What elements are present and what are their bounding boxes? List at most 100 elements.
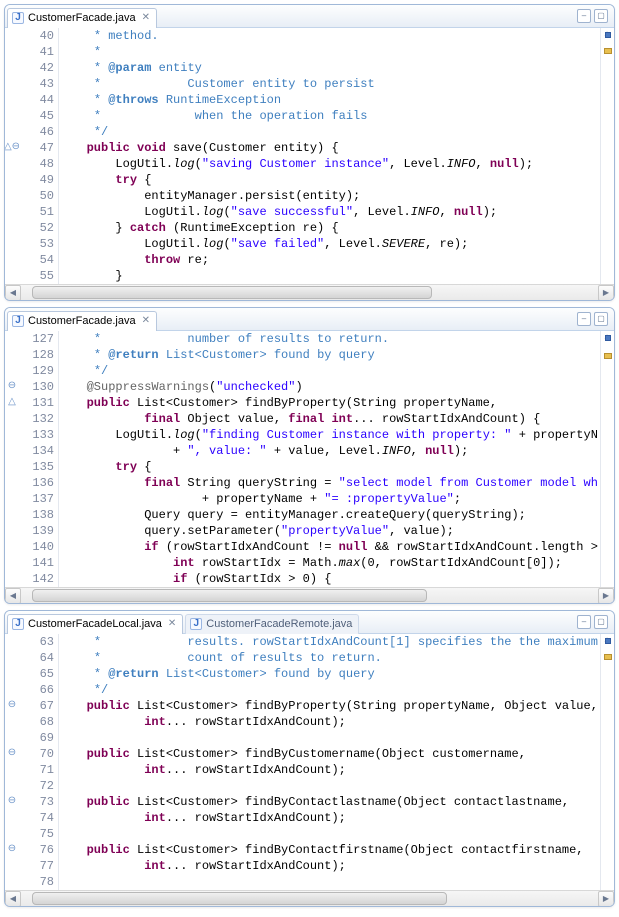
code-line[interactable]: int... rowStartIdxAndCount); <box>65 762 600 778</box>
code-lines[interactable]: * results. rowStartIdxAndCount[1] specif… <box>59 634 600 890</box>
scroll-thumb[interactable] <box>32 892 447 905</box>
overview-marker[interactable] <box>604 48 612 54</box>
code-line[interactable]: public List<Customer> findByContactfirst… <box>65 842 600 858</box>
code-line[interactable]: final Object value, final int... rowStar… <box>65 411 600 427</box>
code-line[interactable] <box>65 730 600 746</box>
tab-customerfacade[interactable]: J CustomerFacade.java ✕ <box>7 8 157 28</box>
code-line[interactable]: int rowStartIdx = Math.max(0, rowStartId… <box>65 555 600 571</box>
code-line[interactable]: * @throws RuntimeException <box>65 92 600 108</box>
close-icon[interactable]: ✕ <box>142 13 150 23</box>
code-line[interactable]: + ", value: " + value, Level.INFO, null)… <box>65 443 600 459</box>
tab-customerfacade[interactable]: J CustomerFacade.java ✕ <box>7 311 157 331</box>
overview-marker[interactable] <box>604 654 612 660</box>
maximize-icon[interactable]: ▢ <box>594 9 608 23</box>
code-line[interactable]: } catch (RuntimeException re) { <box>65 220 600 236</box>
code-lines[interactable]: * number of results to return. * @return… <box>59 331 600 587</box>
code-line[interactable] <box>65 826 600 842</box>
fold-marker[interactable]: ⊖ <box>5 379 19 395</box>
overview-marker[interactable] <box>605 32 611 38</box>
code-line[interactable]: int... rowStartIdxAndCount); <box>65 714 600 730</box>
line-number: 63 <box>19 634 54 650</box>
scroll-thumb[interactable] <box>32 589 427 602</box>
minimize-icon[interactable]: – <box>577 9 591 23</box>
code-line[interactable]: try { <box>65 459 600 475</box>
code-line[interactable]: try { <box>65 172 600 188</box>
scroll-left-icon[interactable]: ◀ <box>5 588 21 604</box>
scroll-right-icon[interactable]: ▶ <box>598 285 614 301</box>
tab-customerfacaderemote[interactable]: J CustomerFacadeRemote.java <box>185 614 359 634</box>
fold-marker[interactable]: ⊖ <box>5 746 19 762</box>
code-line[interactable]: * results. rowStartIdxAndCount[1] specif… <box>65 634 600 650</box>
code-line[interactable]: * count of results to return. <box>65 650 600 666</box>
code-line[interactable]: query.setParameter("propertyValue", valu… <box>65 523 600 539</box>
scroll-thumb[interactable] <box>32 286 432 299</box>
fold-marker[interactable]: △⊖ <box>5 140 19 156</box>
code-line[interactable]: * @return List<Customer> found by query <box>65 666 600 682</box>
code-line[interactable]: throw re; <box>65 252 600 268</box>
code-line[interactable]: * @return List<Customer> found by query <box>65 347 600 363</box>
scroll-left-icon[interactable]: ◀ <box>5 891 21 907</box>
code-line[interactable]: public List<Customer> findByProperty(Str… <box>65 698 600 714</box>
code-lines[interactable]: * method. * * @param entity * Customer e… <box>59 28 600 284</box>
code-line[interactable]: */ <box>65 682 600 698</box>
tab-customerfacadelocal[interactable]: J CustomerFacadeLocal.java ✕ <box>7 614 183 634</box>
minimize-icon[interactable]: – <box>577 312 591 326</box>
minimize-icon[interactable]: – <box>577 615 591 629</box>
fold-marker <box>5 427 19 443</box>
scroll-track[interactable] <box>22 588 597 604</box>
code-line[interactable]: public void save(Customer entity) { <box>65 140 600 156</box>
code-area[interactable]: △⊖ 40414243444546474849505152535455 * me… <box>5 28 614 284</box>
maximize-icon[interactable]: ▢ <box>594 615 608 629</box>
line-number: 48 <box>19 156 54 172</box>
code-line[interactable]: Query query = entityManager.createQuery(… <box>65 507 600 523</box>
code-area[interactable]: ⊖△ 1271281291301311321331341351361371381… <box>5 331 614 587</box>
horizontal-scrollbar[interactable]: ◀ ▶ <box>5 890 614 906</box>
code-line[interactable]: int... rowStartIdxAndCount); <box>65 810 600 826</box>
code-line[interactable]: LogUtil.log("save successful", Level.INF… <box>65 204 600 220</box>
code-area[interactable]: ⊖⊖⊖⊖ 63646566676869707172737475767778 * … <box>5 634 614 890</box>
fold-marker <box>5 762 19 778</box>
fold-marker[interactable]: △ <box>5 395 19 411</box>
code-line[interactable]: } <box>65 268 600 284</box>
scroll-right-icon[interactable]: ▶ <box>598 891 614 907</box>
code-line[interactable]: + propertyName + "= :propertyValue"; <box>65 491 600 507</box>
maximize-icon[interactable]: ▢ <box>594 312 608 326</box>
code-line[interactable]: if (rowStartIdx > 0) { <box>65 571 600 587</box>
code-line[interactable]: */ <box>65 124 600 140</box>
overview-marker[interactable] <box>605 335 611 341</box>
code-line[interactable]: int... rowStartIdxAndCount); <box>65 858 600 874</box>
close-icon[interactable]: ✕ <box>142 316 150 326</box>
code-line[interactable]: * number of results to return. <box>65 331 600 347</box>
fold-marker[interactable]: ⊖ <box>5 842 19 858</box>
code-line[interactable]: public List<Customer> findByProperty(Str… <box>65 395 600 411</box>
code-line[interactable]: * when the operation fails <box>65 108 600 124</box>
code-line[interactable]: public List<Customer> findByCustomername… <box>65 746 600 762</box>
code-line[interactable]: * @param entity <box>65 60 600 76</box>
scroll-right-icon[interactable]: ▶ <box>598 588 614 604</box>
line-number: 132 <box>19 411 54 427</box>
code-line[interactable] <box>65 778 600 794</box>
scroll-track[interactable] <box>22 285 597 301</box>
code-line[interactable]: * <box>65 44 600 60</box>
fold-marker[interactable]: ⊖ <box>5 794 19 810</box>
code-line[interactable]: LogUtil.log("save failed", Level.SEVERE,… <box>65 236 600 252</box>
fold-marker <box>5 28 19 44</box>
scroll-track[interactable] <box>22 891 597 907</box>
fold-marker[interactable]: ⊖ <box>5 698 19 714</box>
code-line[interactable]: @SuppressWarnings("unchecked") <box>65 379 600 395</box>
close-icon[interactable]: ✕ <box>168 619 176 629</box>
code-line[interactable]: public List<Customer> findByContactlastn… <box>65 794 600 810</box>
code-line[interactable]: final String queryString = "select model… <box>65 475 600 491</box>
code-line[interactable]: * Customer entity to persist <box>65 76 600 92</box>
code-line[interactable]: entityManager.persist(entity); <box>65 188 600 204</box>
horizontal-scrollbar[interactable]: ◀ ▶ <box>5 284 614 300</box>
code-line[interactable]: LogUtil.log("finding Customer instance w… <box>65 427 600 443</box>
horizontal-scrollbar[interactable]: ◀ ▶ <box>5 587 614 603</box>
code-line[interactable]: if (rowStartIdxAndCount != null && rowSt… <box>65 539 600 555</box>
code-line[interactable]: LogUtil.log("saving Customer instance", … <box>65 156 600 172</box>
code-line[interactable]: * method. <box>65 28 600 44</box>
overview-marker[interactable] <box>605 638 611 644</box>
code-line[interactable]: */ <box>65 363 600 379</box>
scroll-left-icon[interactable]: ◀ <box>5 285 21 301</box>
overview-marker[interactable] <box>604 353 612 359</box>
